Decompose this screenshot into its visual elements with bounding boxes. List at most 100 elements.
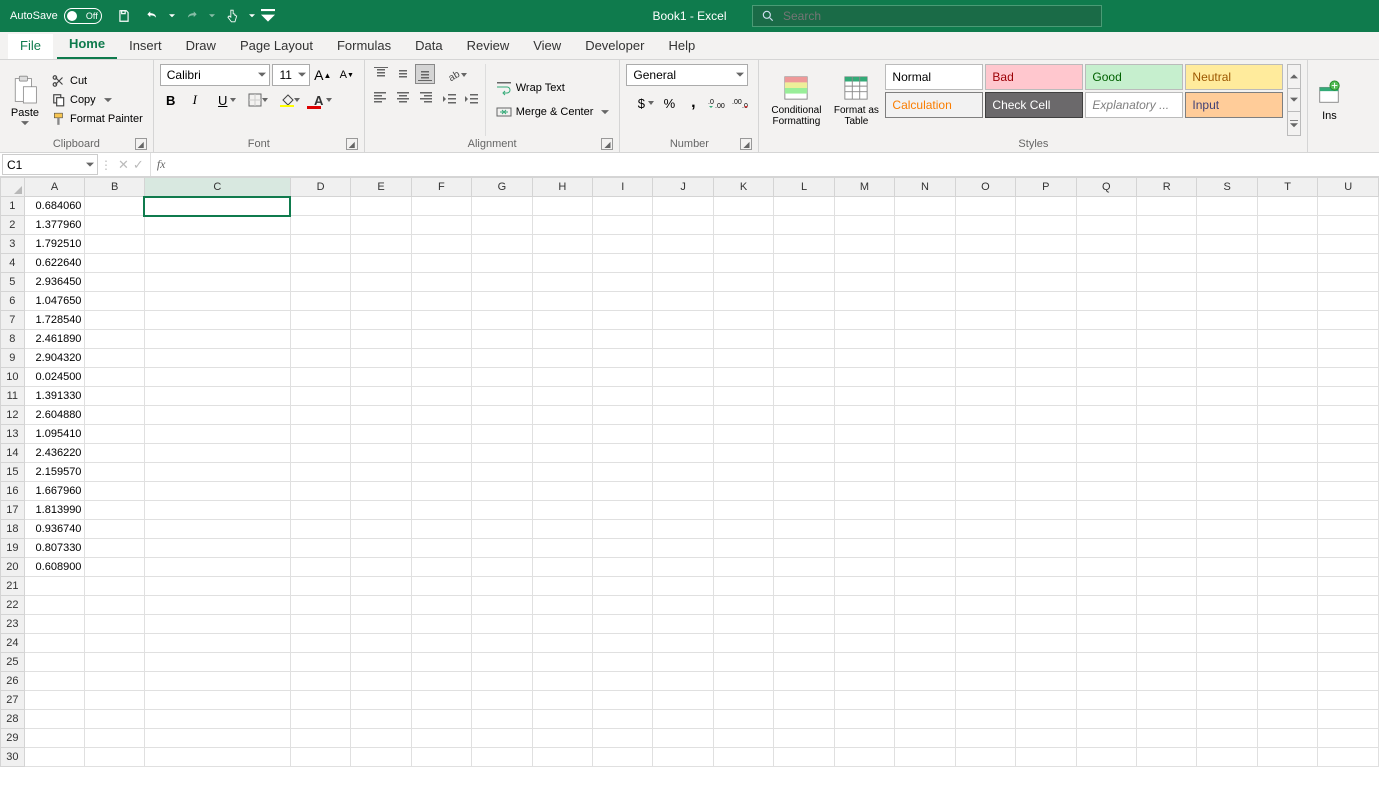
- cell-S24[interactable]: [1197, 634, 1257, 653]
- name-box[interactable]: C1: [2, 154, 98, 175]
- cell-F29[interactable]: [411, 729, 471, 748]
- style-bad[interactable]: Bad: [985, 64, 1083, 90]
- cell-O21[interactable]: [955, 577, 1015, 596]
- row-header-6[interactable]: 6: [1, 292, 25, 311]
- cell-N24[interactable]: [895, 634, 955, 653]
- cell-P2[interactable]: [1016, 216, 1076, 235]
- cell-F14[interactable]: [411, 444, 471, 463]
- cell-A24[interactable]: [24, 634, 85, 653]
- cell-M18[interactable]: [834, 520, 895, 539]
- tab-review[interactable]: Review: [455, 34, 522, 59]
- cell-R22[interactable]: [1137, 596, 1197, 615]
- cell-N6[interactable]: [895, 292, 955, 311]
- cell-Q26[interactable]: [1076, 672, 1136, 691]
- cell-P15[interactable]: [1016, 463, 1076, 482]
- cell-S2[interactable]: [1197, 216, 1257, 235]
- cell-J14[interactable]: [653, 444, 713, 463]
- cell-C12[interactable]: [144, 406, 290, 425]
- cell-L12[interactable]: [774, 406, 834, 425]
- cell-L25[interactable]: [774, 653, 834, 672]
- cell-G17[interactable]: [472, 501, 532, 520]
- cell-F23[interactable]: [411, 615, 471, 634]
- cell-D25[interactable]: [290, 653, 350, 672]
- cell-K30[interactable]: [713, 748, 773, 767]
- cell-R19[interactable]: [1137, 539, 1197, 558]
- cell-P16[interactable]: [1016, 482, 1076, 501]
- cell-P13[interactable]: [1016, 425, 1076, 444]
- cell-I4[interactable]: [593, 254, 653, 273]
- cell-J19[interactable]: [653, 539, 713, 558]
- cell-T5[interactable]: [1257, 273, 1317, 292]
- cell-M15[interactable]: [834, 463, 895, 482]
- cell-J11[interactable]: [653, 387, 713, 406]
- cell-E6[interactable]: [351, 292, 411, 311]
- cell-H27[interactable]: [532, 691, 592, 710]
- cell-F25[interactable]: [411, 653, 471, 672]
- tab-developer[interactable]: Developer: [573, 34, 656, 59]
- cell-M7[interactable]: [834, 311, 895, 330]
- cell-C8[interactable]: [144, 330, 290, 349]
- cell-T7[interactable]: [1257, 311, 1317, 330]
- cell-T1[interactable]: [1257, 197, 1317, 216]
- cell-S20[interactable]: [1197, 558, 1257, 577]
- cell-F20[interactable]: [411, 558, 471, 577]
- cell-L16[interactable]: [774, 482, 834, 501]
- cell-O13[interactable]: [955, 425, 1015, 444]
- cell-O16[interactable]: [955, 482, 1015, 501]
- cell-A14[interactable]: 2.436220: [24, 444, 85, 463]
- cell-R20[interactable]: [1137, 558, 1197, 577]
- cell-K29[interactable]: [713, 729, 773, 748]
- cell-H30[interactable]: [532, 748, 592, 767]
- cell-J1[interactable]: [653, 197, 713, 216]
- row-header-5[interactable]: 5: [1, 273, 25, 292]
- cell-P24[interactable]: [1016, 634, 1076, 653]
- cell-B22[interactable]: [85, 596, 144, 615]
- cell-E19[interactable]: [351, 539, 411, 558]
- cell-E1[interactable]: [351, 197, 411, 216]
- cell-H21[interactable]: [532, 577, 592, 596]
- cell-P21[interactable]: [1016, 577, 1076, 596]
- row-header-14[interactable]: 14: [1, 444, 25, 463]
- col-header-G[interactable]: G: [472, 178, 532, 197]
- cell-L10[interactable]: [774, 368, 834, 387]
- cell-M2[interactable]: [834, 216, 895, 235]
- cell-S3[interactable]: [1197, 235, 1257, 254]
- cell-L26[interactable]: [774, 672, 834, 691]
- cell-B9[interactable]: [85, 349, 144, 368]
- cell-T13[interactable]: [1257, 425, 1317, 444]
- cell-G18[interactable]: [472, 520, 532, 539]
- cell-E10[interactable]: [351, 368, 411, 387]
- cell-E17[interactable]: [351, 501, 411, 520]
- cell-H15[interactable]: [532, 463, 592, 482]
- cell-M11[interactable]: [834, 387, 895, 406]
- redo-dropdown[interactable]: [208, 4, 216, 28]
- cell-Q27[interactable]: [1076, 691, 1136, 710]
- accounting-format-button[interactable]: $: [626, 92, 656, 114]
- orientation-button[interactable]: ab: [439, 64, 469, 86]
- cell-B17[interactable]: [85, 501, 144, 520]
- cell-M5[interactable]: [834, 273, 895, 292]
- cell-R3[interactable]: [1137, 235, 1197, 254]
- cell-B8[interactable]: [85, 330, 144, 349]
- cell-T6[interactable]: [1257, 292, 1317, 311]
- font-launcher[interactable]: ◢: [346, 138, 358, 150]
- cell-F9[interactable]: [411, 349, 471, 368]
- cell-H2[interactable]: [532, 216, 592, 235]
- comma-format-button[interactable]: ,: [682, 92, 704, 114]
- cell-U11[interactable]: [1318, 387, 1379, 406]
- row-header-9[interactable]: 9: [1, 349, 25, 368]
- align-middle-button[interactable]: [393, 64, 413, 84]
- cell-I28[interactable]: [593, 710, 653, 729]
- cell-F12[interactable]: [411, 406, 471, 425]
- cell-G3[interactable]: [472, 235, 532, 254]
- cell-U19[interactable]: [1318, 539, 1379, 558]
- cell-D6[interactable]: [290, 292, 350, 311]
- cell-L13[interactable]: [774, 425, 834, 444]
- cell-L6[interactable]: [774, 292, 834, 311]
- cell-U8[interactable]: [1318, 330, 1379, 349]
- cell-J3[interactable]: [653, 235, 713, 254]
- cell-J2[interactable]: [653, 216, 713, 235]
- cell-M9[interactable]: [834, 349, 895, 368]
- cell-A3[interactable]: 1.792510: [24, 235, 85, 254]
- cell-M19[interactable]: [834, 539, 895, 558]
